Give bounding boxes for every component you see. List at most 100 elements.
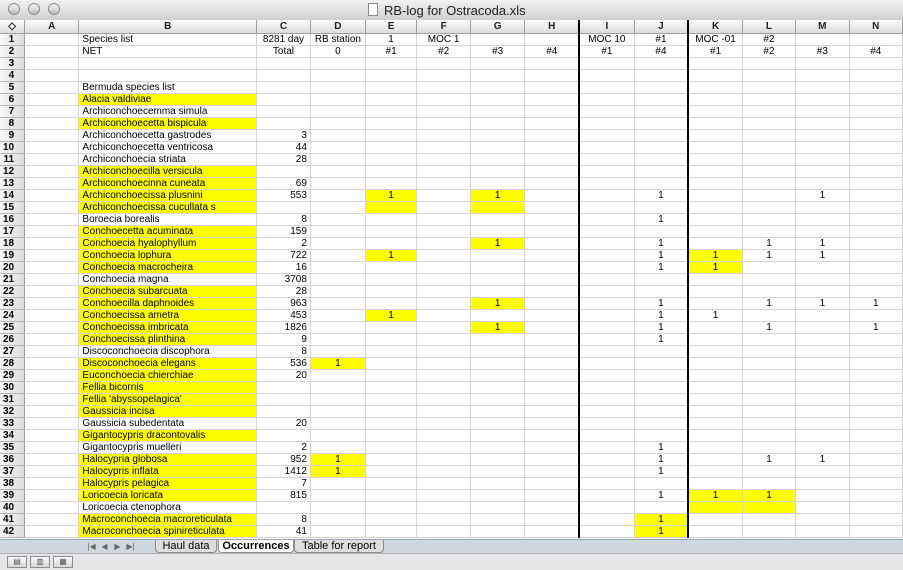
cell-l38[interactable] xyxy=(742,477,797,490)
cell-i17[interactable] xyxy=(579,225,635,238)
cell-a38[interactable] xyxy=(24,477,80,490)
cell-j37[interactable]: 1 xyxy=(634,465,690,478)
cell-m32[interactable] xyxy=(795,405,850,418)
cell-f28[interactable] xyxy=(416,357,471,370)
cell-f18[interactable] xyxy=(416,237,471,250)
cell-m41[interactable] xyxy=(795,513,850,526)
cell-i32[interactable] xyxy=(579,405,635,418)
cell-j31[interactable] xyxy=(634,393,690,406)
cell-g21[interactable] xyxy=(470,273,526,286)
total-cell[interactable] xyxy=(256,405,311,418)
cell-g19[interactable] xyxy=(470,249,526,262)
row-header[interactable]: 4 xyxy=(0,69,26,82)
cell-k7[interactable] xyxy=(688,105,743,118)
cell-g28[interactable] xyxy=(470,357,526,370)
cell-j20[interactable]: 1 xyxy=(634,261,690,274)
cell-m12[interactable] xyxy=(795,165,850,178)
cell-k31[interactable] xyxy=(688,393,743,406)
cell-j23[interactable]: 1 xyxy=(634,297,690,310)
cell-k19[interactable]: 1 xyxy=(688,249,743,262)
cell-a37[interactable] xyxy=(24,465,80,478)
cell-h30[interactable] xyxy=(524,381,581,394)
cell-e13[interactable] xyxy=(365,177,418,190)
cell-g34[interactable] xyxy=(470,429,526,442)
cell-c2[interactable]: Total xyxy=(256,45,311,58)
cell-g41[interactable] xyxy=(470,513,526,526)
row-header[interactable]: 37 xyxy=(0,465,26,478)
total-cell[interactable]: 69 xyxy=(256,177,311,190)
cell-e17[interactable] xyxy=(365,225,418,238)
cell-n7[interactable] xyxy=(849,105,903,118)
cell-e41[interactable] xyxy=(365,513,418,526)
species-cell[interactable]: Conchoecetta acuminata xyxy=(78,225,258,238)
cell-g27[interactable] xyxy=(470,345,526,358)
cell-f36[interactable] xyxy=(416,453,471,466)
cell-g38[interactable] xyxy=(470,477,526,490)
cell-a18[interactable] xyxy=(24,237,80,250)
cell-e30[interactable] xyxy=(365,381,418,394)
cell-g2[interactable]: #3 xyxy=(470,45,526,58)
cell-a17[interactable] xyxy=(24,225,80,238)
total-cell[interactable]: 553 xyxy=(256,189,311,202)
cell-m1[interactable] xyxy=(795,33,850,46)
cell-m36[interactable]: 1 xyxy=(795,453,850,466)
cell-d29[interactable] xyxy=(310,369,366,382)
cell-f42[interactable] xyxy=(416,525,471,538)
cell-h28[interactable] xyxy=(524,357,581,370)
cell-e12[interactable] xyxy=(365,165,418,178)
cell-i23[interactable] xyxy=(579,297,635,310)
cell-e2[interactable]: #1 xyxy=(365,45,418,58)
cell-f40[interactable] xyxy=(416,501,471,514)
cell-a8[interactable] xyxy=(24,117,80,130)
cell-l17[interactable] xyxy=(742,225,797,238)
total-cell[interactable] xyxy=(256,201,311,214)
cell-i24[interactable] xyxy=(579,309,635,322)
cell-l19[interactable]: 1 xyxy=(742,249,797,262)
row-header[interactable]: 9 xyxy=(0,129,26,142)
cell-h41[interactable] xyxy=(524,513,581,526)
cell-h36[interactable] xyxy=(524,453,581,466)
cell-h7[interactable] xyxy=(524,105,581,118)
cell-a4[interactable] xyxy=(24,69,80,82)
species-cell[interactable]: Fellia 'abyssopelagica' xyxy=(78,393,258,406)
species-cell[interactable]: Conchoecia subarcuata xyxy=(78,285,258,298)
cell-n36[interactable] xyxy=(849,453,903,466)
cell-m17[interactable] xyxy=(795,225,850,238)
cell-d19[interactable] xyxy=(310,249,366,262)
cell-k13[interactable] xyxy=(688,177,743,190)
cell-a11[interactable] xyxy=(24,153,80,166)
column-header-f[interactable]: F xyxy=(416,20,471,34)
cell-a21[interactable] xyxy=(24,273,80,286)
cell-l16[interactable] xyxy=(742,213,797,226)
cell-n2[interactable]: #4 xyxy=(849,45,903,58)
cell-h26[interactable] xyxy=(524,333,581,346)
cell-a22[interactable] xyxy=(24,285,80,298)
cell-j39[interactable]: 1 xyxy=(634,489,690,502)
cell-i37[interactable] xyxy=(579,465,635,478)
cell-m13[interactable] xyxy=(795,177,850,190)
total-cell[interactable]: 2 xyxy=(256,237,311,250)
cell-n26[interactable] xyxy=(849,333,903,346)
cell-a28[interactable] xyxy=(24,357,80,370)
total-cell[interactable] xyxy=(256,165,311,178)
cell-g4[interactable] xyxy=(470,69,526,82)
total-cell[interactable]: 2 xyxy=(256,441,311,454)
page-layout-view-icon[interactable]: ▥ xyxy=(30,556,50,568)
cell-d11[interactable] xyxy=(310,153,366,166)
cell-g25[interactable]: 1 xyxy=(470,321,526,334)
cell-l7[interactable] xyxy=(742,105,797,118)
cell-f10[interactable] xyxy=(416,141,471,154)
cell-k6[interactable] xyxy=(688,93,743,106)
cell-h4[interactable] xyxy=(524,69,581,82)
cell-d30[interactable] xyxy=(310,381,366,394)
cell-d31[interactable] xyxy=(310,393,366,406)
cell-h18[interactable] xyxy=(524,237,581,250)
cell-l15[interactable] xyxy=(742,201,797,214)
total-cell[interactable]: 9 xyxy=(256,333,311,346)
cell-e8[interactable] xyxy=(365,117,418,130)
species-cell[interactable]: Halocypris pelagica xyxy=(78,477,258,490)
cell-g16[interactable] xyxy=(470,213,526,226)
cell-e24[interactable]: 1 xyxy=(365,309,418,322)
cell-i6[interactable] xyxy=(579,93,635,106)
cell-d21[interactable] xyxy=(310,273,366,286)
